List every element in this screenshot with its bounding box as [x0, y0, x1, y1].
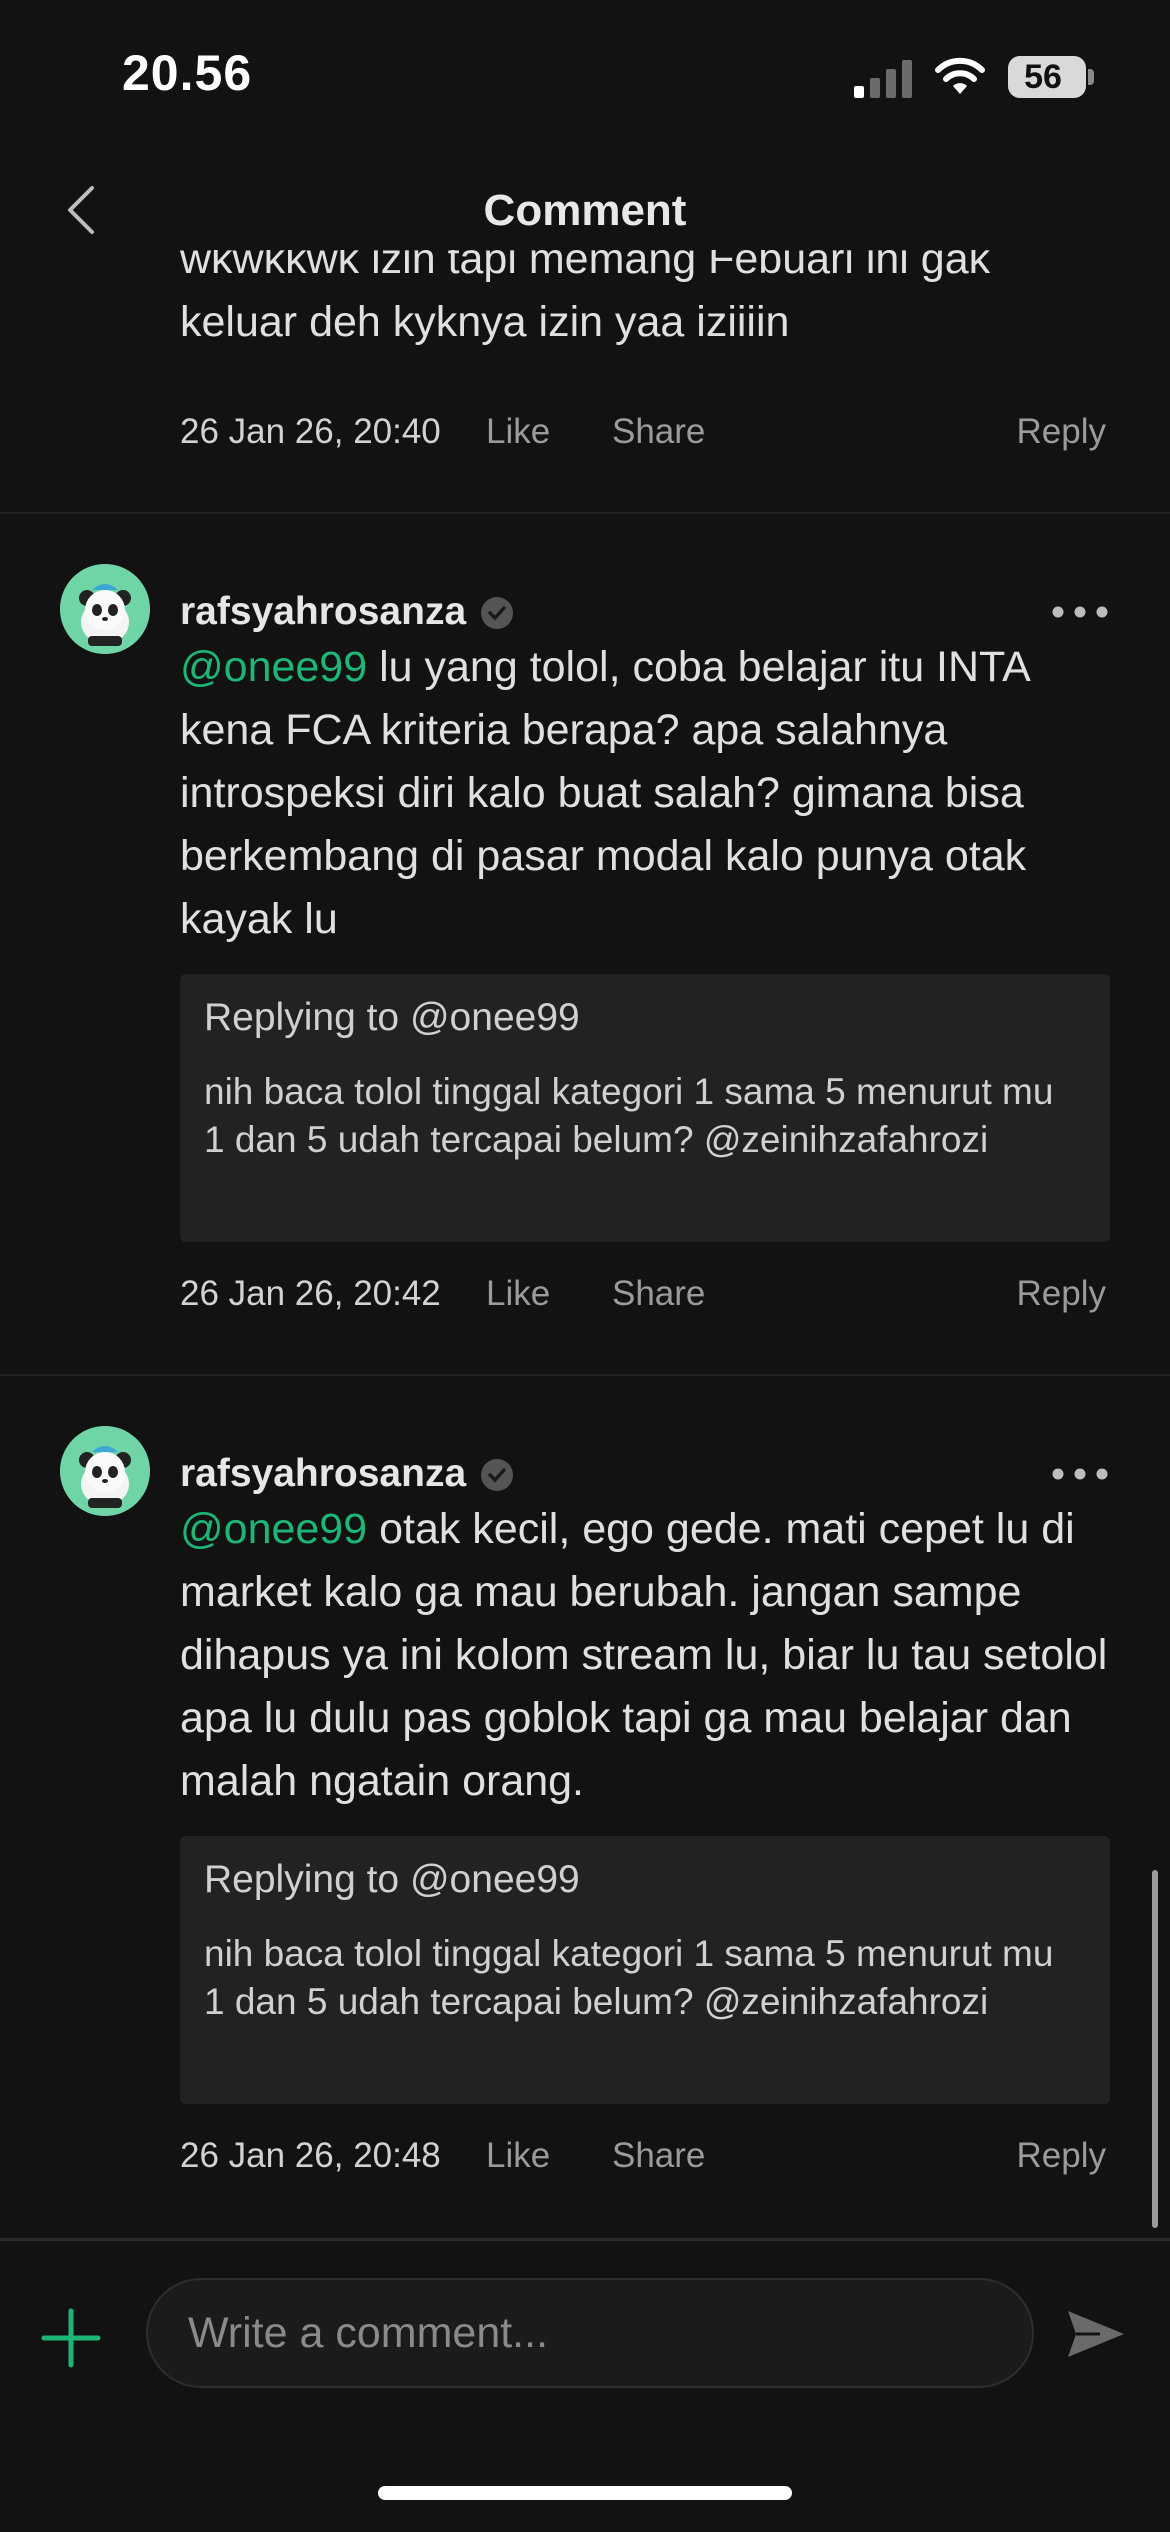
comment-divider [0, 1374, 1170, 1376]
status-bar: 20.56 56 [0, 0, 1170, 150]
composer-divider [0, 2238, 1170, 2241]
comment-username[interactable]: rafsyahrosanza [180, 590, 466, 634]
plus-icon[interactable] [40, 2307, 102, 2369]
replying-to-header: Replying to @onee99 [204, 1858, 580, 1902]
comment-text: @onee99 otak kecil, ego gede. mati cepet… [180, 1498, 1110, 1813]
share-button[interactable]: Share [612, 1274, 705, 1314]
quoted-reply-text: nih baca tolol tinggal kategori 1 sama 5… [204, 1933, 1054, 2022]
comment-divider [0, 512, 1170, 514]
more-options-icon[interactable] [1050, 1464, 1110, 1484]
verified-icon [481, 597, 513, 629]
like-button[interactable]: Like [486, 2136, 550, 2176]
share-button[interactable]: Share [612, 412, 705, 452]
replying-to-header: Replying to @onee99 [204, 996, 580, 1040]
battery-tip [1088, 69, 1094, 85]
wifi-icon [935, 57, 985, 94]
comment-date: 26 Jan 26, 20:42 [180, 1274, 441, 1313]
reply-button[interactable]: Reply [1017, 2136, 1106, 2176]
battery-indicator: 56 [1008, 56, 1086, 98]
verified-icon [481, 1459, 513, 1491]
comment-text: @onee99 lu yang tolol, coba belajar itu … [180, 636, 1110, 951]
replying-to-label: Replying to [204, 1858, 400, 1901]
more-options-icon[interactable] [1050, 602, 1110, 622]
battery-level: 56 [1024, 58, 1062, 96]
quoted-reply[interactable]: Replying to @onee99 nih baca tolol tingg… [180, 1836, 1110, 2104]
comment-actions: 26 Jan 26, 20:42 Like Share Reply [180, 1274, 1110, 1324]
avatar[interactable] [60, 564, 150, 654]
quoted-reply[interactable]: Replying to @onee99 nih baca tolol tingg… [180, 974, 1110, 1242]
mention-link[interactable]: @onee99 [180, 1505, 367, 1553]
replying-to-user[interactable]: @onee99 [410, 996, 580, 1039]
comment-date: 26 Jan 26, 20:40 [180, 412, 441, 451]
panda-avatar-icon [60, 564, 150, 654]
quoted-reply-text: nih baca tolol tinggal kategori 1 sama 5… [204, 1071, 1054, 1160]
comment-actions: 26 Jan 26, 20:48 Like Share Reply [180, 2136, 1110, 2186]
share-button[interactable]: Share [612, 2136, 705, 2176]
replying-to-label: Replying to [204, 996, 400, 1039]
like-button[interactable]: Like [486, 1274, 550, 1314]
reply-button[interactable]: Reply [1017, 412, 1106, 452]
signal-icon [854, 60, 912, 98]
home-indicator[interactable] [378, 2486, 792, 2500]
status-time: 20.56 [122, 45, 253, 101]
like-button[interactable]: Like [486, 412, 550, 452]
comment-text: wkwkkwk izin tapi memang Febuari ini gak… [180, 250, 991, 346]
comment-username[interactable]: rafsyahrosanza [180, 1452, 466, 1496]
comment-list[interactable]: wkwkkwk izin tapi memang Febuari ini gak… [0, 250, 1170, 2235]
reply-button[interactable]: Reply [1017, 1274, 1106, 1314]
replying-to-user[interactable]: @onee99 [410, 1858, 580, 1901]
comment-actions: 26 Jan 26, 20:40 Like Share Reply [180, 412, 1110, 462]
page-title: Comment [483, 186, 687, 235]
send-icon[interactable] [1064, 2305, 1128, 2363]
comment-date: 26 Jan 26, 20:48 [180, 2136, 441, 2175]
mention-link[interactable]: @onee99 [180, 643, 367, 691]
panda-avatar-icon [60, 1426, 150, 1516]
avatar[interactable] [60, 1426, 150, 1516]
scrollbar[interactable] [1152, 1870, 1158, 2228]
comment-input[interactable] [146, 2278, 1034, 2388]
